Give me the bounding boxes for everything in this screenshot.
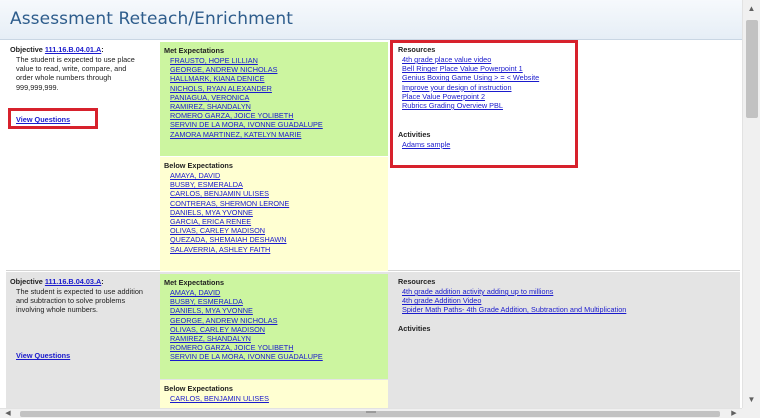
student-link[interactable]: OLIVAS, CARLEY MADISON: [170, 226, 265, 235]
below-expectations-panel: Below Expectations CARLOS, BENJAMIN ULIS…: [160, 380, 388, 408]
scroll-left-icon[interactable]: ◀: [2, 409, 14, 418]
objectives-list: Objective 111.16.B.04.01.A: The student …: [0, 40, 742, 408]
student-link[interactable]: RAMIREZ, SHANDALYN: [170, 102, 251, 111]
scroll-up-icon[interactable]: ▲: [743, 0, 760, 17]
resources-list: 4th grade addition activity adding up to…: [402, 287, 626, 315]
student-link[interactable]: GEORGE, ANDREW NICHOLAS: [170, 65, 277, 74]
objective-description: The student is expected to use addition …: [16, 287, 143, 315]
met-students-list: AMAYA, DAVID BUSBY, ESMERALDA DANIELS, M…: [170, 288, 323, 362]
student-link[interactable]: GARCIA, ERICA RENEE: [170, 217, 251, 226]
objective-code-link[interactable]: 111.16.B.04.01.A: [45, 45, 101, 54]
student-link[interactable]: DANIELS, MYA YVONNE: [170, 208, 253, 217]
student-link[interactable]: BUSBY, ESMERALDA: [170, 180, 243, 189]
student-link[interactable]: FRAUSTO, HOPE LILLIAN: [170, 56, 258, 65]
scrollbar-corner: [742, 408, 760, 418]
scroll-grip-icon: [366, 411, 376, 413]
student-link[interactable]: PANIAGUA, VERONICA: [170, 93, 249, 102]
below-students-list: CARLOS, BENJAMIN ULISES: [170, 394, 269, 403]
objective-description: The student is expected to use place val…: [16, 55, 135, 92]
student-link[interactable]: SERVIN DE LA MORA, IVONNE GUADALUPE: [170, 352, 323, 361]
view-questions-link[interactable]: View Questions: [16, 351, 70, 360]
student-link[interactable]: OLIVAS, CARLEY MADISON: [170, 325, 265, 334]
below-expectations-panel: Below Expectations AMAYA, DAVID BUSBY, E…: [160, 157, 388, 271]
resources-heading: Resources: [398, 277, 436, 286]
met-expectations-heading: Met Expectations: [164, 46, 225, 55]
objective-row: Objective 111.16.B.04.03.A: The student …: [6, 272, 740, 408]
objective-row: Objective 111.16.B.04.01.A: The student …: [6, 40, 740, 271]
student-link[interactable]: SERVIN DE LA MORA, IVONNE GUADALUPE: [170, 120, 323, 129]
activities-heading: Activities: [398, 324, 431, 333]
resources-column: Resources 4th grade addition activity ad…: [396, 272, 736, 408]
below-expectations-heading: Below Expectations: [164, 161, 233, 170]
student-link[interactable]: HALLMARK, KIANA DENICE: [170, 74, 264, 83]
objective-heading: Objective 111.16.B.04.03.A:: [10, 277, 104, 286]
highlight-box-view-questions: [8, 108, 98, 129]
objective-column: Objective 111.16.B.04.01.A: The student …: [6, 40, 156, 270]
highlight-box-resources: [390, 40, 578, 168]
objective-suffix: :: [101, 45, 104, 54]
student-link[interactable]: ROMERO GARZA, JOICE YOLIBETH: [170, 343, 294, 352]
page-header: Assessment Reteach/Enrichment: [0, 0, 742, 40]
objective-prefix: Objective: [10, 277, 45, 286]
student-link[interactable]: NICHOLS, RYAN ALEXANDER: [170, 84, 272, 93]
resource-link[interactable]: Spider Math Paths- 4th Grade Addition, S…: [402, 305, 626, 314]
student-link[interactable]: GEORGE, ANDREW NICHOLAS: [170, 316, 277, 325]
below-expectations-heading: Below Expectations: [164, 384, 233, 393]
objective-column: Objective 111.16.B.04.03.A: The student …: [6, 272, 156, 408]
student-link[interactable]: ZAMORA MARTINEZ, KATELYN MARIE: [170, 130, 301, 139]
met-expectations-panel: Met Expectations AMAYA, DAVID BUSBY, ESM…: [160, 274, 388, 379]
student-link[interactable]: CONTRERAS, SHERMON LERONE: [170, 199, 289, 208]
student-link[interactable]: QUEZADA, SHEMAIAH DESHAWN: [170, 235, 287, 244]
student-link[interactable]: ROMERO GARZA, JOICE YOLIBETH: [170, 111, 294, 120]
scroll-down-icon[interactable]: ▼: [743, 391, 760, 408]
resource-link[interactable]: 4th grade addition activity adding up to…: [402, 287, 553, 296]
met-expectations-panel: Met Expectations FRAUSTO, HOPE LILLIAN G…: [160, 42, 388, 156]
student-link[interactable]: CARLOS, BENJAMIN ULISES: [170, 189, 269, 198]
objective-code-link[interactable]: 111.16.B.04.03.A: [45, 277, 101, 286]
objective-heading: Objective 111.16.B.04.01.A:: [10, 45, 104, 54]
objective-suffix: :: [101, 277, 104, 286]
student-link[interactable]: CARLOS, BENJAMIN ULISES: [170, 394, 269, 403]
student-link[interactable]: RAMIREZ, SHANDALYN: [170, 334, 251, 343]
resource-link[interactable]: 4th grade Addition Video: [402, 296, 481, 305]
met-students-list: FRAUSTO, HOPE LILLIAN GEORGE, ANDREW NIC…: [170, 56, 323, 139]
below-students-list: AMAYA, DAVID BUSBY, ESMERALDA CARLOS, BE…: [170, 171, 289, 254]
objective-prefix: Objective: [10, 45, 45, 54]
student-link[interactable]: AMAYA, DAVID: [170, 171, 220, 180]
student-link[interactable]: AMAYA, DAVID: [170, 288, 220, 297]
student-link[interactable]: DANIELS, MYA YVONNE: [170, 306, 253, 315]
met-expectations-heading: Met Expectations: [164, 278, 225, 287]
page-title: Assessment Reteach/Enrichment: [10, 9, 293, 29]
student-link[interactable]: BUSBY, ESMERALDA: [170, 297, 243, 306]
student-link[interactable]: SALAVERRIA, ASHLEY FAITH: [170, 245, 270, 254]
vertical-scrollbar[interactable]: ▲ ▼: [742, 0, 760, 408]
vertical-scroll-thumb[interactable]: [746, 20, 758, 118]
horizontal-scrollbar[interactable]: ◀ ▶: [0, 408, 742, 418]
scroll-right-icon[interactable]: ▶: [728, 409, 740, 418]
